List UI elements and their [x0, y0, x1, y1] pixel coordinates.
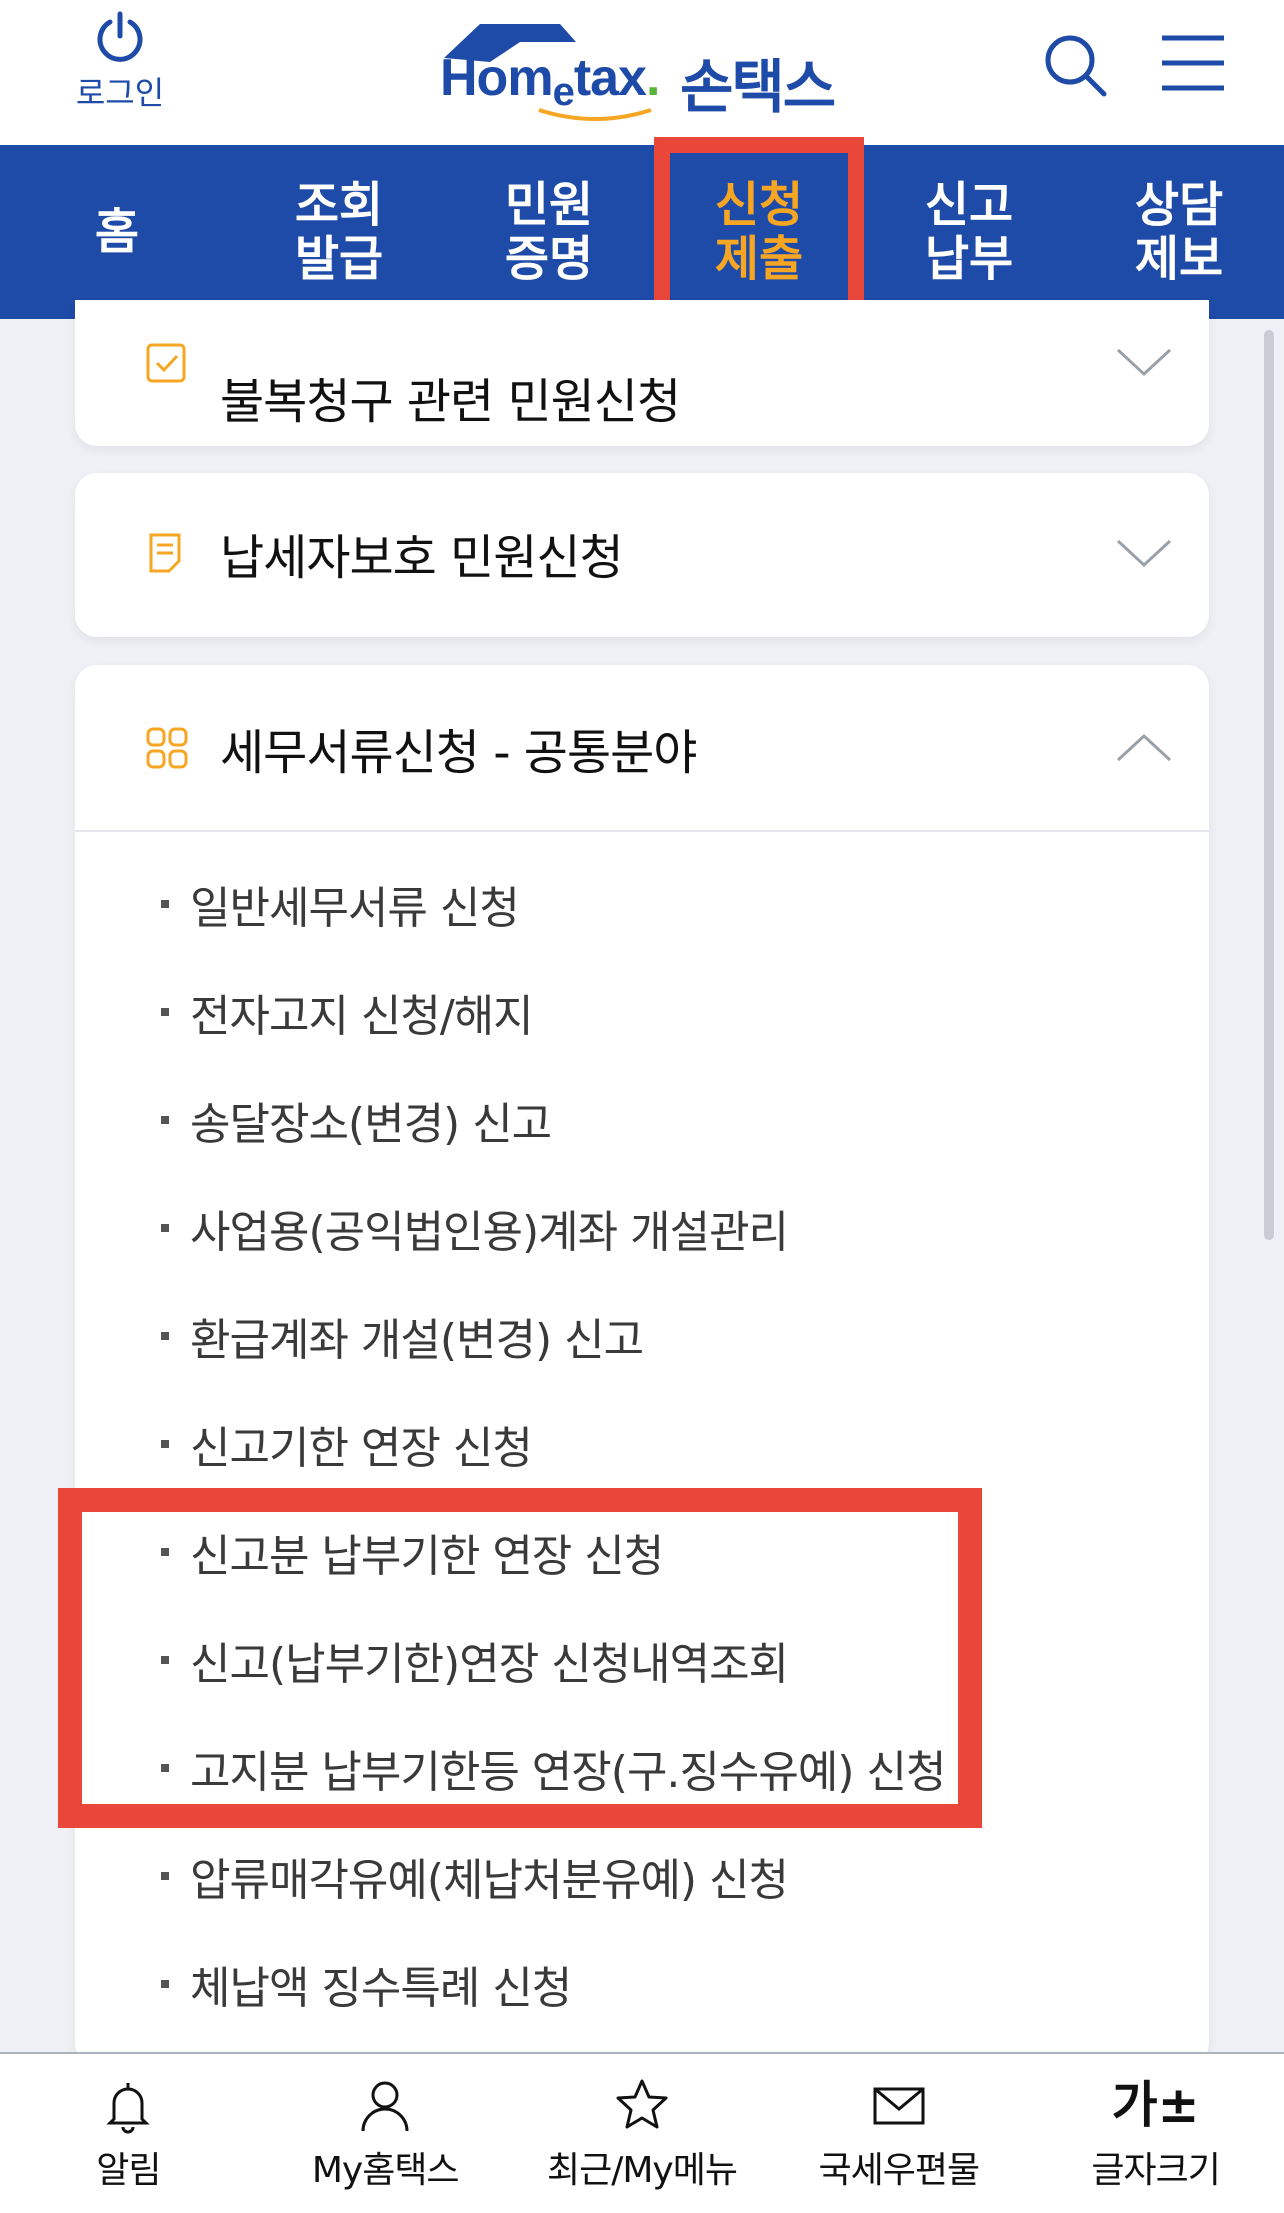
bell-icon: [106, 2082, 151, 2133]
accordion-title: 납세자보호 민원신청: [220, 530, 624, 586]
checkbox-icon: [146, 343, 186, 383]
submenu-item[interactable]: 일반세무서류 신청: [75, 850, 1209, 958]
submenu-item[interactable]: 사업용(공익법인용)계좌 개설관리: [75, 1174, 1209, 1282]
tab-label: 국세우편물: [818, 2149, 980, 2191]
app-header: 로그인 Hometax. 손택스: [0, 0, 1284, 145]
login-label: 로그인: [75, 74, 165, 112]
nav-home[interactable]: 홈: [0, 145, 234, 319]
accordion-title: 불복청구 관련 민원신청: [220, 374, 681, 430]
search-button[interactable]: [1040, 30, 1110, 100]
accordion-taxpayer-protection[interactable]: 납세자보호 민원신청: [75, 473, 1209, 637]
accordion-tax-documents: 세무서류신청 - 공통분야 일반세무서류 신청 전자고지 신청/해지 송달장소(…: [75, 665, 1209, 2065]
submenu-item[interactable]: 신고기한 연장 신청: [75, 1390, 1209, 1498]
nav-label: 납부: [924, 231, 1014, 287]
nav-report-payment[interactable]: 신고 납부: [864, 145, 1074, 319]
login-button[interactable]: 로그인: [60, 10, 180, 114]
nav-label: 조회: [294, 177, 384, 233]
search-icon: [1045, 35, 1107, 97]
star-icon: [616, 2079, 668, 2128]
hamburger-icon: [1162, 35, 1224, 91]
nav-civil-certificate[interactable]: 민원 증명: [444, 145, 654, 319]
document-icon: [149, 533, 181, 573]
person-icon: [361, 2081, 409, 2131]
tab-tax-mail[interactable]: 국세우편물: [770, 2054, 1027, 2213]
nav-label: 증명: [504, 231, 594, 287]
nav-label: 신청: [714, 177, 804, 233]
tab-font-size[interactable]: 가± 글자크기: [1027, 2054, 1284, 2213]
accordion-title: 세무서류신청 - 공통분야: [220, 724, 697, 781]
nav-label: 제출: [714, 231, 804, 287]
submenu-item[interactable]: 송달장소(변경) 신고: [75, 1066, 1209, 1174]
envelope-icon: [873, 2087, 925, 2124]
tab-notifications[interactable]: 알림: [0, 2054, 257, 2213]
bottom-tab-bar: 알림 My홈택스 최근/My메뉴 국세우편물 가± 글자크기: [0, 2052, 1284, 2213]
grid-icon: [146, 727, 188, 768]
nav-label: 제보: [1134, 231, 1224, 287]
nav-consult-report[interactable]: 상담 제보: [1074, 145, 1284, 319]
nav-application-submission[interactable]: 신청 제출: [654, 137, 864, 327]
nav-label: 홈: [94, 204, 140, 260]
highlight-box: [58, 1488, 982, 1828]
main-nav: 홈 조회 발급 민원 증명 신청 제출 신고 납부 상담 제보: [0, 137, 1284, 327]
accordion-header[interactable]: 세무서류신청 - 공통분야: [75, 665, 1209, 832]
logo-korean: 손택스: [680, 53, 836, 121]
chevron-up-icon: [1116, 733, 1172, 761]
submenu-list: 일반세무서류 신청 전자고지 신청/해지 송달장소(변경) 신고 사업용(공익법…: [75, 832, 1209, 2038]
submenu-item[interactable]: 환급계좌 개설(변경) 신고: [75, 1282, 1209, 1390]
chevron-down-icon: [1116, 348, 1172, 377]
tab-recent-my-menu[interactable]: 최근/My메뉴: [514, 2054, 771, 2213]
font-size-icon: 가±: [1111, 2075, 1200, 2134]
nav-label: 민원: [504, 177, 594, 233]
nav-label: 상담: [1134, 177, 1224, 233]
nav-label: 신고: [924, 177, 1014, 233]
scrollbar[interactable]: [1264, 330, 1274, 1240]
submenu-item[interactable]: 체납액 징수특례 신청: [75, 1930, 1209, 2038]
submenu-item[interactable]: 압류매각유예(체납처분유예) 신청: [75, 1822, 1209, 1930]
tab-label: 글자크기: [1091, 2149, 1220, 2191]
chevron-down-icon: [1116, 539, 1172, 568]
tab-label: 최근/My메뉴: [547, 2149, 738, 2191]
menu-button[interactable]: [1160, 30, 1226, 96]
tab-label: 알림: [96, 2149, 161, 2191]
accordion-objection[interactable]: 불복청구 관련 민원신청: [75, 300, 1209, 446]
power-icon: [97, 11, 143, 62]
hometax-logo[interactable]: Hometax. 손택스: [440, 18, 850, 121]
nav-label: 발급: [294, 231, 384, 287]
tab-label: My홈택스: [311, 2149, 460, 2191]
logo-smile-icon: [538, 108, 652, 121]
tab-my-hometax[interactable]: My홈택스: [257, 2054, 514, 2213]
nav-inquiry-issuance[interactable]: 조회 발급: [234, 145, 444, 319]
logo-wordmark: Hometax.: [440, 49, 660, 114]
submenu-item[interactable]: 전자고지 신청/해지: [75, 958, 1209, 1066]
